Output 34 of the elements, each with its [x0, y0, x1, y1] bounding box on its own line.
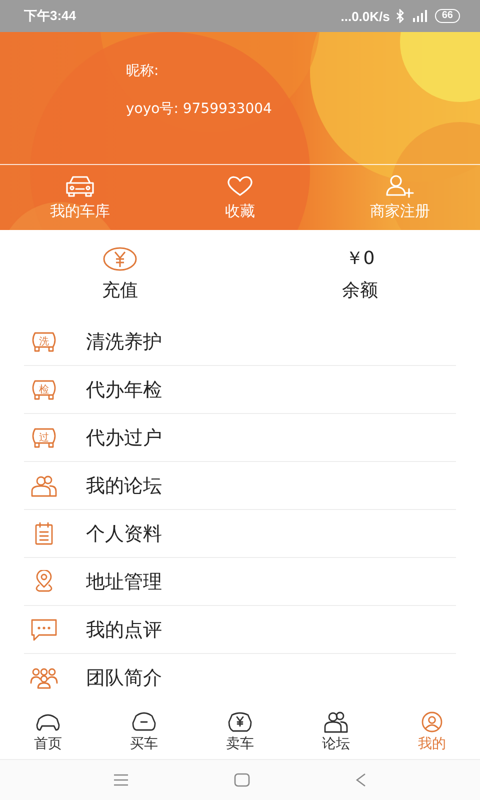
- home-icon[interactable]: [234, 773, 250, 787]
- bluetooth-icon: [396, 9, 405, 23]
- yuan-icon: [102, 246, 138, 272]
- people-icon: [323, 710, 349, 732]
- tab[interactable]: 论坛: [288, 704, 384, 759]
- chat-icon: [30, 618, 58, 642]
- nickname-label: 昵称:: [126, 62, 160, 80]
- tab[interactable]: 首页: [0, 704, 96, 759]
- menu-item[interactable]: 地址管理: [86, 568, 162, 594]
- signal-icon: [410, 10, 429, 22]
- balance-amount: ￥0: [345, 247, 375, 271]
- car-front-icon: [131, 710, 157, 732]
- balance-label: 余额: [342, 279, 378, 302]
- back-icon[interactable]: [355, 773, 368, 787]
- car-icon: [64, 174, 96, 198]
- menu-item[interactable]: 代办过户: [86, 424, 162, 450]
- menu-item[interactable]: 代办年检: [86, 376, 162, 402]
- menu-item[interactable]: 个人资料: [86, 520, 162, 546]
- tab[interactable]: 卖车: [192, 704, 288, 759]
- menu-item[interactable]: 我的点评: [86, 616, 162, 642]
- network-speed: ...0.0K/s: [340, 8, 390, 24]
- menu-item[interactable]: 我的论坛: [86, 472, 162, 498]
- yuan-car-icon: [227, 710, 253, 732]
- menu-icon[interactable]: [112, 774, 129, 786]
- user-id: yoyo号: 9759933004: [126, 100, 273, 118]
- status-time: 下午3:44: [24, 7, 76, 25]
- battery-level: 66: [434, 9, 460, 23]
- recharge-button[interactable]: 充值: [102, 246, 138, 302]
- user-icon: [419, 710, 445, 732]
- people-icon: [30, 474, 58, 496]
- tab[interactable]: 买车: [96, 704, 192, 759]
- menu-item[interactable]: 团队简介: [86, 665, 162, 691]
- menu-item[interactable]: 清洗养护: [86, 328, 162, 354]
- team-icon: [30, 667, 58, 689]
